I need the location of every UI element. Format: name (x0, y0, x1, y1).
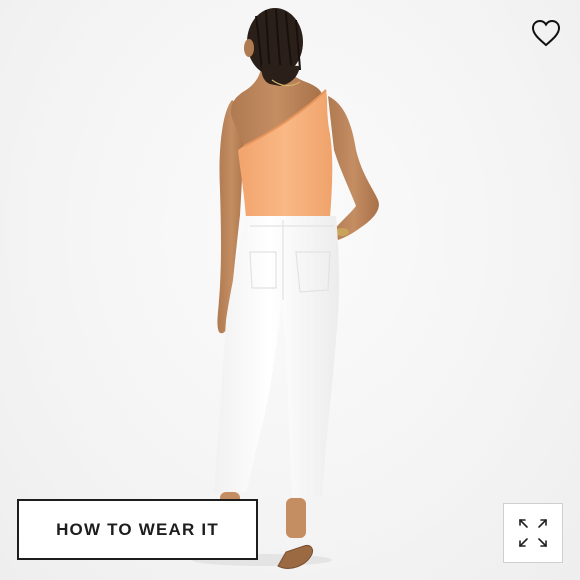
wishlist-heart-button[interactable] (528, 16, 564, 50)
model-right-ankle (286, 498, 306, 538)
expand-arrows-icon (519, 519, 547, 547)
how-to-wear-it-button[interactable]: HOW TO WEAR IT (17, 499, 258, 560)
expand-fullscreen-button[interactable] (503, 503, 563, 563)
right-sandal (277, 545, 313, 569)
heart-outline-icon (531, 19, 561, 47)
product-image-viewer: HOW TO WEAR IT (0, 0, 580, 580)
model-ear (244, 39, 254, 57)
how-to-wear-it-label: HOW TO WEAR IT (56, 519, 219, 539)
product-photo (192, 8, 379, 569)
